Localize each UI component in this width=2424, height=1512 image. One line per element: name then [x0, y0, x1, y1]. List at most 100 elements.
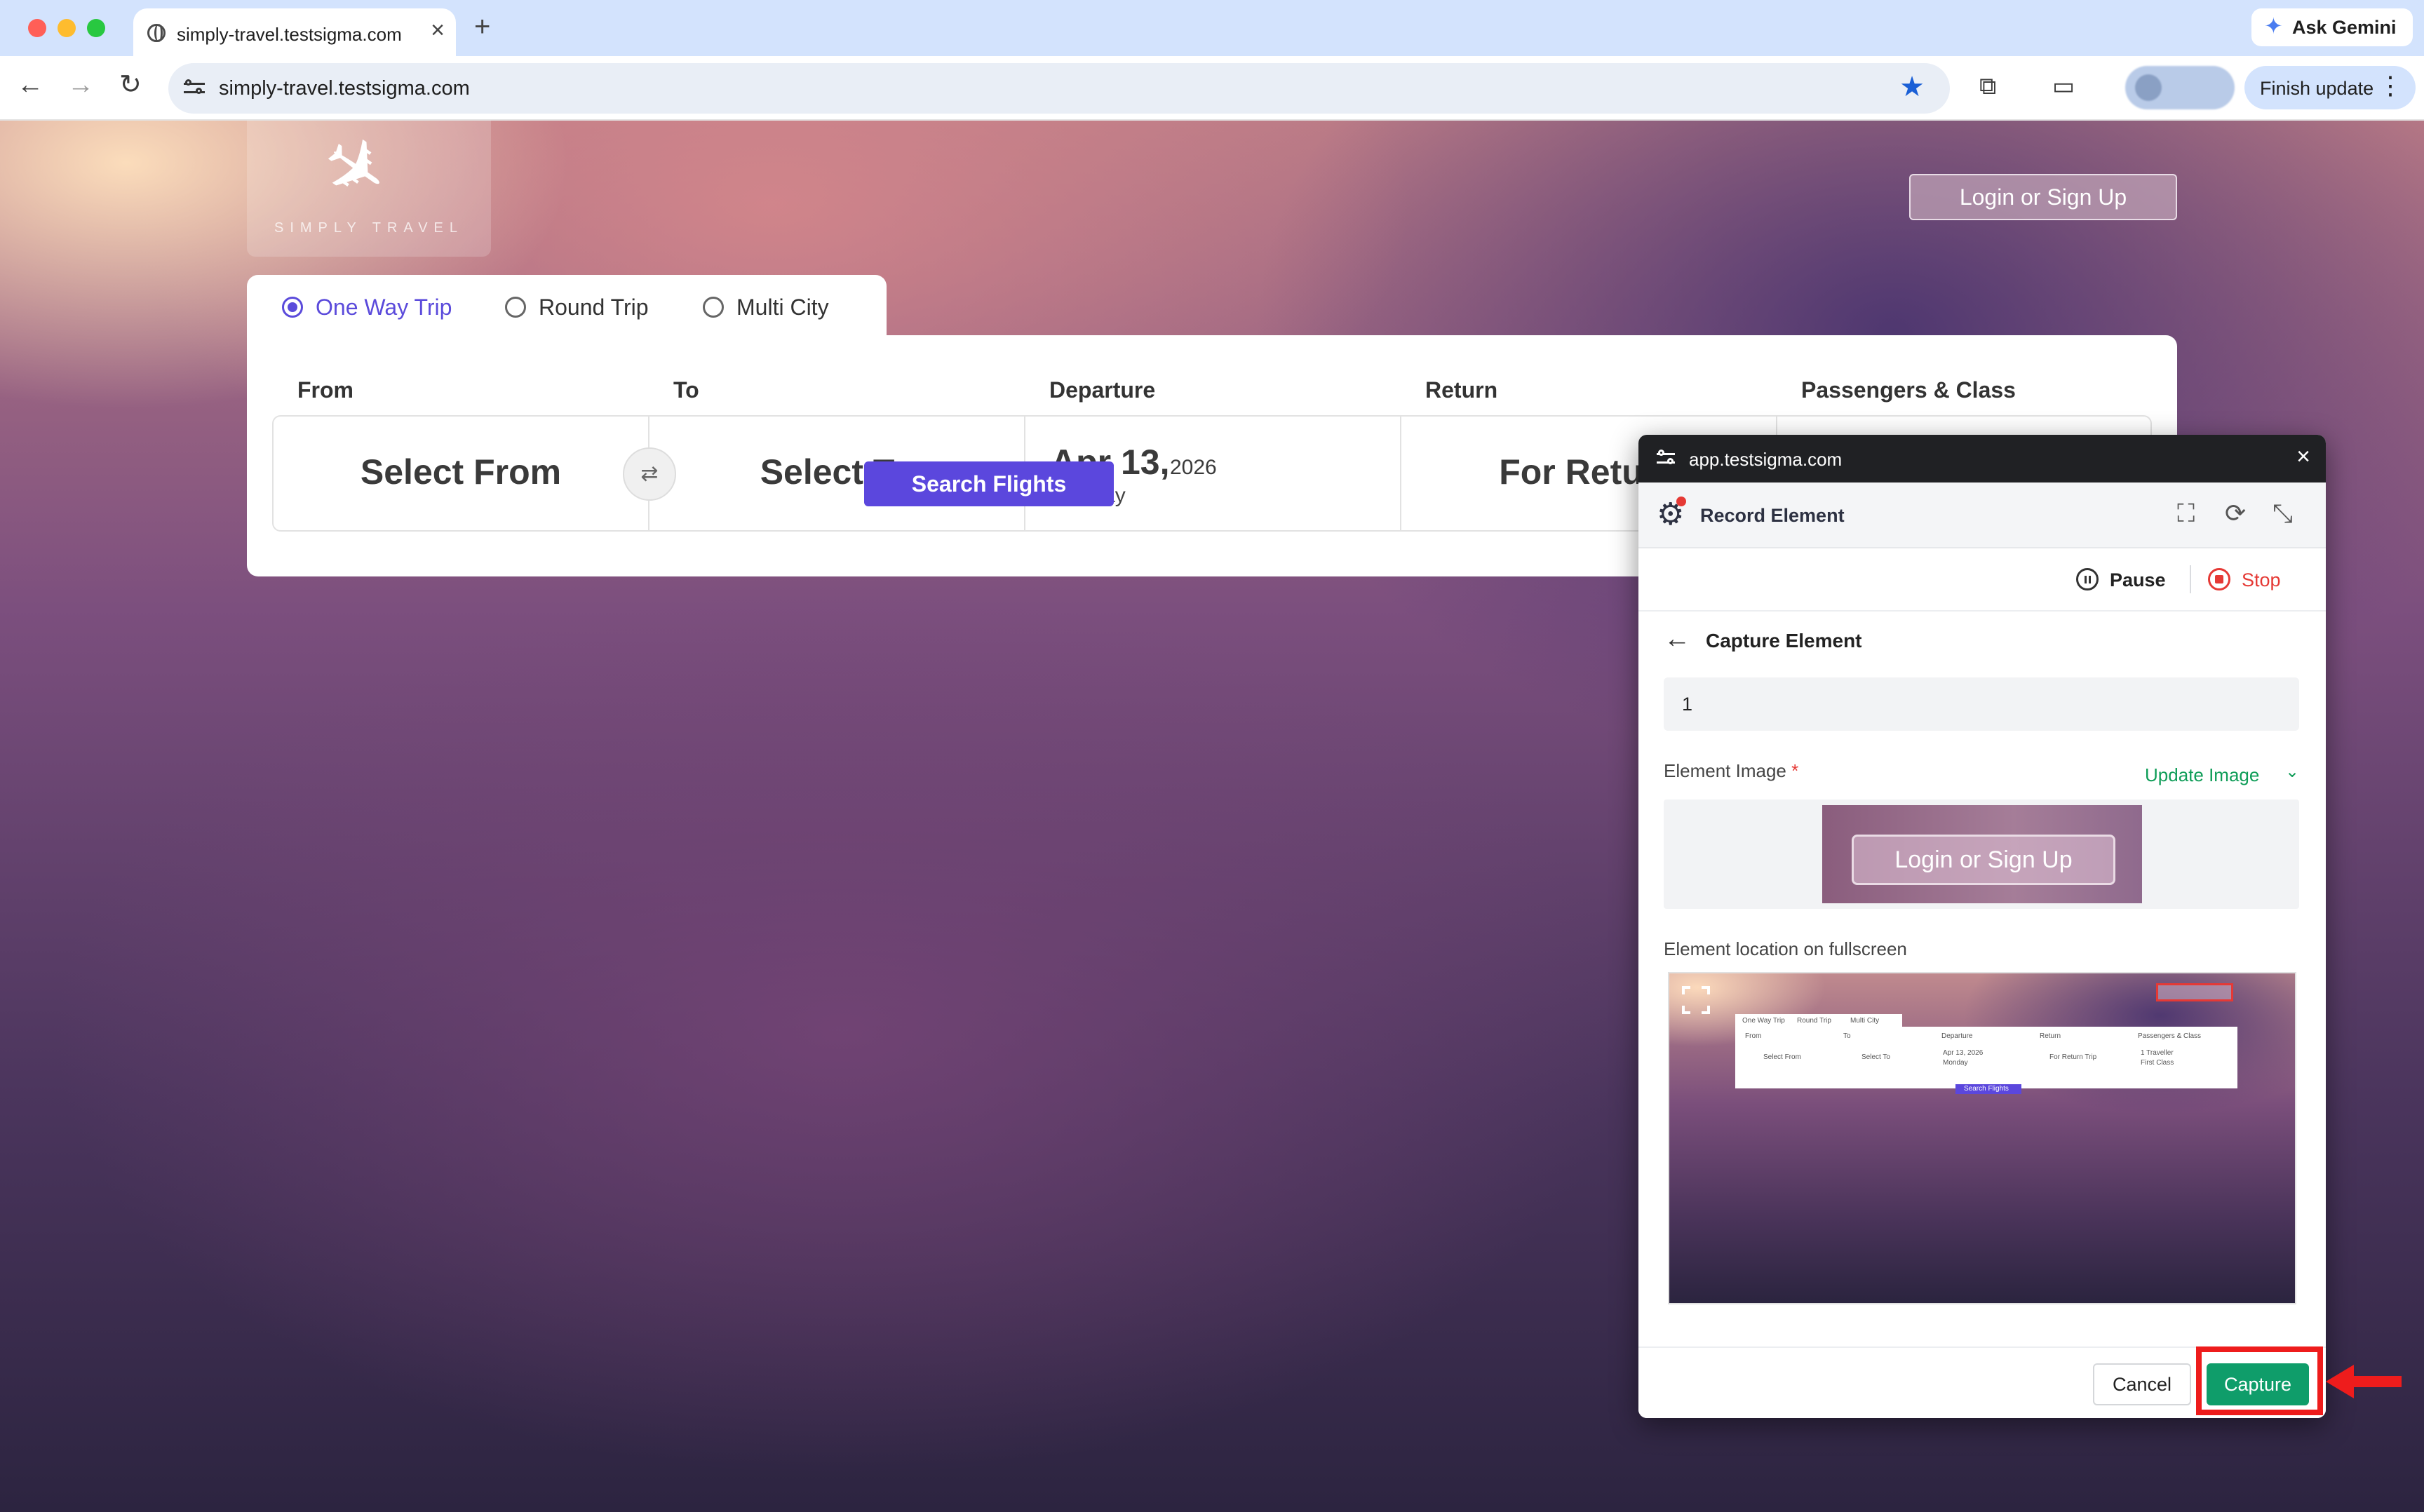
mini-text: Monday — [1943, 1059, 1968, 1067]
radio-unchecked-icon — [505, 297, 526, 318]
browser-toolbar: ← → ↻ simply-travel.testsigma.com ★ ⧉ ▭ … — [0, 56, 2424, 121]
element-image-label: Element Image * — [1664, 760, 1799, 781]
mini-text: From — [1745, 1032, 1762, 1040]
maximize-window-button[interactable] — [87, 19, 105, 37]
to-heading: To — [673, 377, 699, 403]
mini-text: Select From — [1763, 1053, 1801, 1061]
mini-text: Search Flights — [1964, 1085, 2009, 1093]
from-value: Select From — [360, 452, 562, 492]
mini-text: Return — [2040, 1032, 2061, 1040]
mini-text: Select To — [1861, 1053, 1890, 1061]
radio-unchecked-icon — [703, 297, 724, 318]
ask-gemini-label: Ask Gemini — [2292, 17, 2397, 38]
fullscreen-icon[interactable] — [1682, 986, 1710, 1014]
back-arrow-icon[interactable]: ← — [1664, 626, 1690, 652]
mini-text: Multi City — [1850, 1017, 1880, 1025]
element-name-input[interactable] — [1664, 677, 2299, 731]
minimize-window-button[interactable] — [58, 19, 76, 37]
close-window-button[interactable] — [28, 19, 46, 37]
testsigma-recorder-popup: app.testsigma.com × ⚙ Record Element ⛶ ⟳… — [1638, 435, 2326, 1418]
trip-type-selector: One Way Trip Round Trip Multi City — [247, 275, 887, 338]
popup-close-icon[interactable]: × — [2296, 445, 2310, 468]
address-bar[interactable]: simply-travel.testsigma.com ★ — [168, 63, 1950, 114]
radio-label: Round Trip — [539, 295, 649, 320]
forward-icon[interactable]: → — [67, 72, 94, 98]
element-location-label: Element location on fullscreen — [1664, 938, 1907, 959]
login-signup-button[interactable]: Login or Sign Up — [1909, 174, 2177, 220]
capture-highlight-box — [2196, 1346, 2323, 1415]
pause-label: Pause — [2110, 569, 2166, 590]
radio-label: One Way Trip — [316, 295, 452, 320]
stop-icon — [2208, 568, 2230, 590]
recording-controls: Pause Stop — [1638, 548, 2326, 612]
swap-icon[interactable]: ⇄ — [623, 447, 676, 501]
site-logo[interactable]: ✈ SIMPLY TRAVEL — [247, 121, 491, 257]
back-icon[interactable]: ← — [17, 72, 43, 98]
recorder-title: Record Element — [1700, 505, 1845, 526]
thumbnail-login-text: Login or Sign Up — [1852, 835, 2115, 885]
chevron-down-icon[interactable]: ⌄ — [2285, 762, 2299, 782]
ask-gemini-button[interactable]: ✦ Ask Gemini — [2251, 8, 2413, 46]
tab-search-icon[interactable]: ▭ — [2052, 74, 2075, 98]
refresh-icon[interactable]: ⟳ — [2225, 501, 2246, 526]
site-settings-icon — [1657, 449, 1676, 468]
globe-icon — [147, 24, 166, 42]
screen-capture-icon[interactable]: ⛶ — [2177, 501, 2195, 526]
gemini-icon: ✦ — [2264, 13, 2283, 39]
popup-titlebar: app.testsigma.com × — [1638, 435, 2326, 482]
search-flights-button[interactable]: Search Flights — [864, 461, 1114, 506]
radio-checked-icon — [282, 297, 303, 318]
update-image-button[interactable]: Update Image — [2145, 764, 2259, 786]
stop-label: Stop — [2242, 569, 2281, 590]
url-text[interactable]: simply-travel.testsigma.com — [219, 77, 470, 100]
fullscreen-location-preview: One Way Trip Round Trip Multi City From … — [1668, 972, 2296, 1304]
site-settings-icon[interactable] — [184, 77, 205, 98]
browser-tab-bar: simply-travel.testsigma.com × + ✦ Ask Ge… — [0, 0, 2424, 56]
bookmark-star-icon[interactable]: ★ — [1899, 73, 1925, 101]
highlighted-element-marker — [2156, 983, 2233, 1001]
mini-text: Apr 13, 2026 — [1943, 1049, 1984, 1057]
mini-text: Round Trip — [1797, 1017, 1831, 1025]
popup-url: app.testsigma.com — [1689, 449, 1843, 470]
departure-heading: Departure — [1049, 377, 1156, 403]
mini-trip-tabs: One Way Trip Round Trip Multi City — [1735, 1014, 1902, 1028]
mini-text: Passengers & Class — [2138, 1032, 2202, 1040]
divider — [2190, 565, 2191, 593]
mini-text: One Way Trip — [1742, 1017, 1785, 1025]
element-image-thumbnail: Login or Sign Up — [1822, 805, 2142, 903]
mini-text: To — [1843, 1032, 1851, 1040]
return-heading: Return — [1425, 377, 1498, 403]
cancel-button[interactable]: Cancel — [2093, 1363, 2191, 1405]
minimize-icon[interactable]: ⤡ — [2272, 501, 2293, 526]
reload-icon[interactable]: ↻ — [119, 72, 142, 98]
passengers-heading: Passengers & Class — [1801, 377, 2016, 403]
pointer-arrow-icon — [2326, 1365, 2402, 1398]
logo-text: SIMPLY TRAVEL — [274, 220, 464, 236]
mini-text: Departure — [1941, 1032, 1973, 1040]
from-field[interactable]: Select From — [274, 417, 649, 530]
airplane-icon: ✈ — [304, 121, 407, 223]
extensions-icon[interactable]: ⧉ — [1979, 74, 1996, 98]
recorder-header: ⚙ Record Element ⛶ ⟳ ⤡ — [1638, 482, 2326, 548]
departure-year: 2026 — [1170, 456, 1217, 479]
tab-title: simply-travel.testsigma.com — [177, 24, 402, 45]
tab-close-icon[interactable]: × — [431, 18, 445, 42]
browser-tab[interactable]: simply-travel.testsigma.com × — [133, 8, 456, 56]
finish-update-button[interactable]: Finish update ⋮ — [2244, 66, 2416, 109]
element-image-box: Login or Sign Up — [1664, 799, 2299, 909]
mini-text: First Class — [2141, 1059, 2174, 1067]
required-mark: * — [1791, 760, 1799, 781]
recording-dot-icon — [1676, 497, 1686, 506]
profile-avatar[interactable] — [2125, 66, 2235, 109]
capture-element-title: Capture Element — [1706, 630, 1862, 652]
mini-search-card: From To Departure Return Passengers & Cl… — [1735, 1027, 2237, 1088]
new-tab-button[interactable]: + — [474, 13, 490, 41]
mini-text: 1 Traveller — [2141, 1049, 2174, 1057]
from-heading: From — [297, 377, 354, 403]
mini-text: For Return Trip — [2049, 1053, 2097, 1061]
finish-update-label: Finish update — [2260, 78, 2374, 99]
mini-search-button: Search Flights — [1955, 1084, 2021, 1094]
kebab-menu-icon[interactable]: ⋮ — [2378, 73, 2403, 98]
pause-icon — [2076, 568, 2099, 590]
radio-label: Multi City — [736, 295, 829, 320]
